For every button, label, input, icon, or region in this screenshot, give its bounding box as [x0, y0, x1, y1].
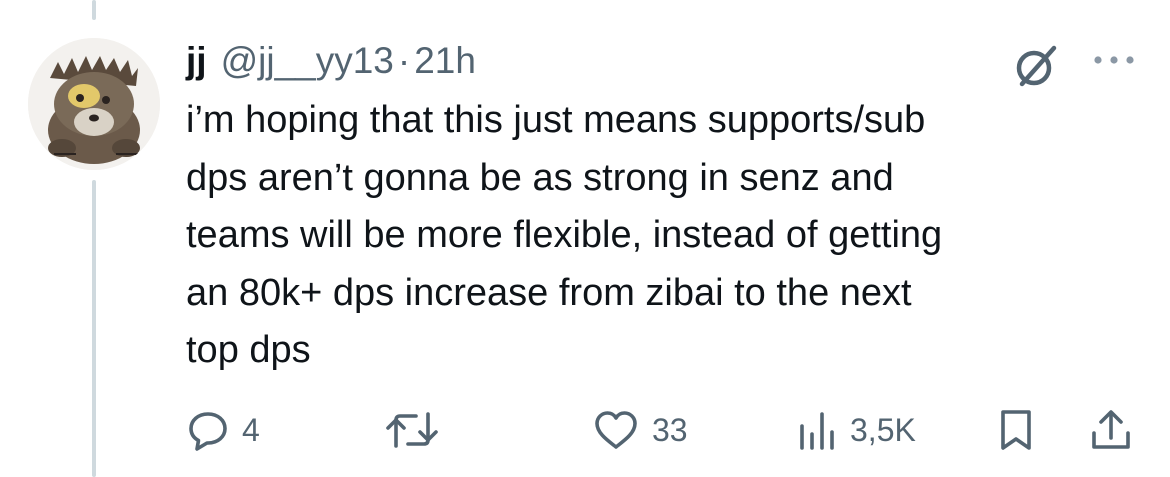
retweet-icon	[384, 408, 440, 452]
share-upload-icon	[1088, 407, 1134, 453]
views-bars-icon	[796, 408, 838, 452]
retweet-button[interactable]	[384, 400, 440, 460]
tweet-text-line: i’m hoping that this just means supports…	[186, 99, 926, 141]
reply-button[interactable]: 4	[186, 400, 260, 460]
tweet-text-line: an 80k+ dps increase from zibai to the n…	[186, 271, 912, 314]
views-count: 3,5K	[850, 411, 916, 448]
more-dots-icon[interactable]	[1090, 50, 1142, 70]
like-button[interactable]: 33	[592, 400, 688, 460]
reply-count: 4	[242, 411, 260, 448]
share-button[interactable]	[1088, 400, 1134, 460]
display-name[interactable]: jj	[186, 40, 207, 82]
tweet-text: i’m hoping that this just means supports…	[186, 92, 1126, 380]
avatar[interactable]	[28, 38, 160, 170]
action-bar: 4 33 3,5K	[0, 400, 1170, 460]
tweet-header: jj @jj__yy13 · 21h	[186, 36, 476, 86]
views-button[interactable]: 3,5K	[796, 400, 916, 460]
thread-line-top	[92, 0, 96, 20]
reply-bubble-icon	[186, 408, 230, 452]
tweet-text-line: top dps	[186, 329, 311, 371]
heart-icon	[592, 408, 640, 452]
bookmark-button[interactable]	[996, 400, 1036, 460]
header-separator: ·	[397, 40, 411, 81]
tweet-text-line: dps aren’t gonna be as strong in senz an…	[186, 156, 894, 199]
like-count: 33	[652, 411, 688, 448]
grok-slash-icon[interactable]	[1010, 40, 1062, 92]
user-handle[interactable]: @jj__yy13	[221, 40, 394, 82]
bookmark-icon	[996, 407, 1036, 453]
avatar-image	[28, 38, 160, 170]
tweet-text-line: teams will be more flexible, instead of …	[186, 214, 943, 256]
timestamp[interactable]: 21h	[414, 40, 476, 82]
